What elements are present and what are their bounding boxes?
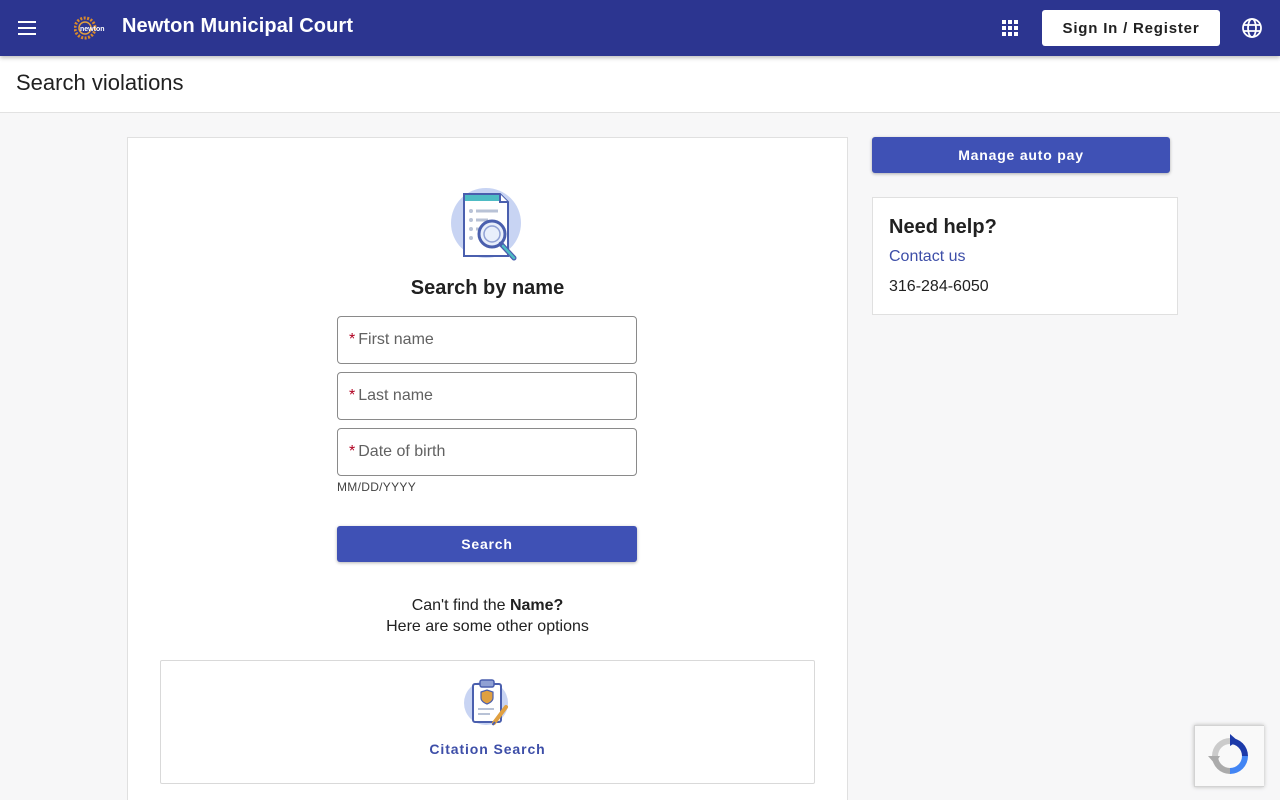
recaptcha-icon — [1207, 734, 1248, 774]
phone-number: 316-284-6050 — [889, 278, 989, 295]
svg-text:newton: newton — [80, 26, 105, 33]
date-of-birth-field[interactable]: * Date of birth — [337, 428, 637, 476]
app-title[interactable]: Newton Municipal Court — [122, 15, 353, 38]
court-logo[interactable]: newton — [73, 14, 110, 42]
required-marker: * — [349, 387, 356, 404]
search-card: Search by name * First name * Last name … — [127, 137, 848, 800]
manage-auto-pay-button[interactable]: Manage auto pay — [872, 137, 1170, 173]
first-name-field[interactable]: * First name — [337, 316, 637, 364]
required-marker: * — [349, 443, 356, 460]
cant-find-bold: Name? — [509, 597, 564, 614]
sign-in-register-button[interactable]: Sign In / Register — [1042, 10, 1220, 46]
page-header: Search violations — [0, 56, 1280, 113]
globe-icon[interactable] — [1238, 14, 1266, 42]
search-heading: Search by name — [410, 277, 565, 299]
clipboard-badge-icon — [464, 677, 512, 729]
first-name-label: First name — [358, 331, 434, 348]
page-title: Search violations — [16, 70, 184, 95]
help-card: Need help? Contact us 316-284-6050 — [872, 197, 1178, 315]
cant-find-prefix: Can't find the — [411, 597, 510, 614]
other-options-line: Here are some other options — [386, 618, 589, 635]
citation-search-card[interactable]: Citation Search — [160, 660, 815, 784]
help-title: Need help? — [889, 216, 997, 238]
last-name-label: Last name — [358, 387, 433, 404]
required-marker: * — [349, 331, 356, 348]
date-of-birth-label: Date of birth — [358, 443, 446, 460]
hamburger-menu-icon[interactable] — [14, 14, 42, 42]
contact-us-link[interactable]: Contact us — [889, 248, 965, 266]
app-bar: newton Newton Municipal Court Sign In / … — [0, 0, 1280, 56]
document-search-icon — [450, 186, 526, 266]
cant-find-line: Can't find the Name? — [128, 595, 847, 616]
recaptcha-badge[interactable] — [1194, 725, 1264, 787]
citation-search-label: Citation Search — [429, 741, 546, 757]
other-options-text: Can't find the Name? Here are some other… — [128, 595, 847, 637]
apps-grid-icon[interactable] — [996, 14, 1024, 42]
search-button[interactable]: Search — [337, 526, 637, 562]
dob-format-hint: MM/DD/YYYY — [337, 480, 417, 494]
last-name-field[interactable]: * Last name — [337, 372, 637, 420]
